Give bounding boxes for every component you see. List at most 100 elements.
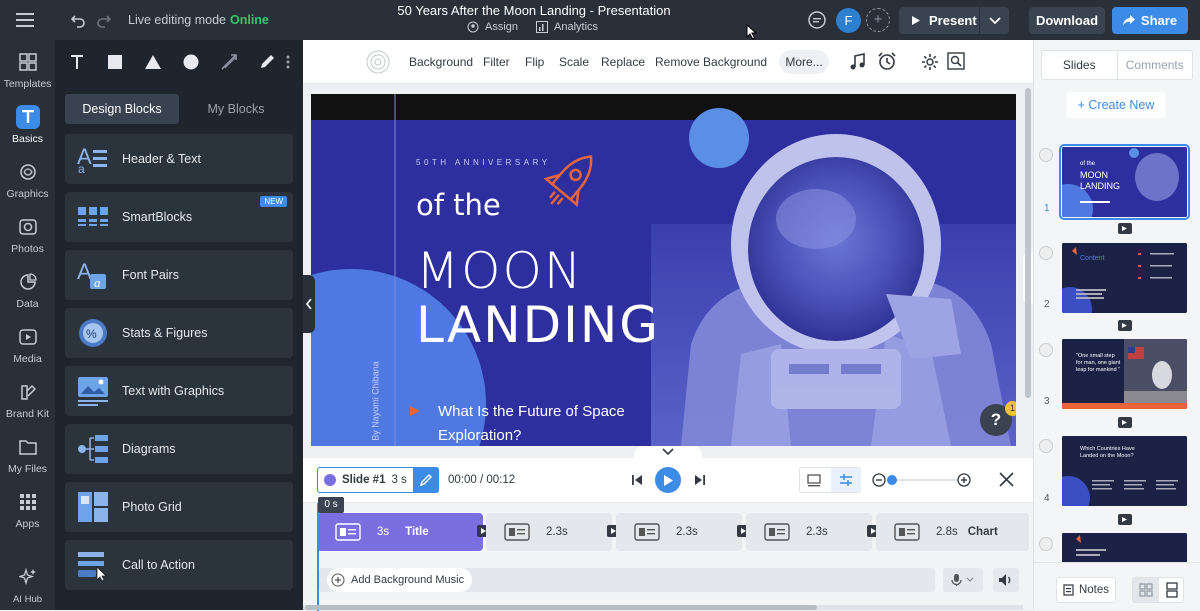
- text-tool-icon[interactable]: [67, 52, 87, 72]
- more-tools-icon[interactable]: [285, 52, 291, 72]
- slide-canvas[interactable]: 50TH ANNIVERSARY of the MOON LANDING Wha…: [311, 94, 1016, 446]
- rail-item-apps[interactable]: Apps: [0, 490, 55, 530]
- rail-item-templates[interactable]: Templates: [0, 50, 55, 90]
- timeline-segment[interactable]: 2.3s: [746, 513, 872, 551]
- rail-item-my-files[interactable]: My Files: [0, 435, 55, 475]
- slide-thumbnail[interactable]: "One small step for man, one giant leap …: [1062, 339, 1187, 409]
- voiceover-button[interactable]: [943, 568, 983, 592]
- slide-options-icon[interactable]: [1039, 343, 1053, 357]
- image-settings-icon[interactable]: [366, 50, 390, 74]
- zoom-out-icon[interactable]: [872, 473, 886, 487]
- collapse-panel-button[interactable]: [303, 275, 315, 333]
- grid-view-option[interactable]: [1133, 578, 1159, 602]
- flip-button[interactable]: Flip: [525, 55, 544, 69]
- skip-forward-icon[interactable]: [694, 474, 706, 486]
- transition-icon[interactable]: [1118, 514, 1132, 525]
- analytics-button[interactable]: Analytics: [536, 21, 598, 33]
- slide-thumbnail[interactable]: [1062, 533, 1187, 563]
- block-stats-figures[interactable]: % Stats & Figures: [65, 308, 293, 358]
- share-button[interactable]: Share: [1112, 7, 1188, 34]
- rail-item-photos[interactable]: Photos: [0, 215, 55, 255]
- audio-icon[interactable]: [848, 52, 868, 72]
- pen-tool-icon[interactable]: [257, 52, 277, 72]
- add-music-button[interactable]: Add Background Music: [327, 568, 473, 592]
- remove-background-button[interactable]: Remove Background: [655, 55, 767, 69]
- add-collaborator-button[interactable]: +: [866, 8, 890, 32]
- zoom-in-icon[interactable]: [957, 473, 971, 487]
- tab-slides[interactable]: Slides: [1042, 51, 1118, 79]
- view-mode-toggle[interactable]: [799, 467, 861, 493]
- slide-heading-line3[interactable]: LANDING: [416, 296, 660, 354]
- slide-author[interactable]: By Nayomi Chibana: [371, 349, 381, 447]
- slide-thumbnail[interactable]: Which Countries Have Landed on the Moon?: [1062, 436, 1187, 506]
- timeline-view-option[interactable]: [831, 468, 861, 492]
- playhead[interactable]: 0 s: [317, 497, 344, 611]
- slide-thumbnail[interactable]: Content: [1062, 243, 1187, 313]
- hamburger-menu-icon[interactable]: [16, 12, 36, 28]
- zoom-slider-handle[interactable]: [887, 475, 897, 485]
- rail-item-ai-hub[interactable]: AI Hub: [0, 565, 55, 605]
- block-call-to-action[interactable]: Call to Action: [65, 540, 293, 590]
- rail-item-basics[interactable]: Basics: [0, 105, 55, 145]
- user-avatar[interactable]: F: [836, 8, 861, 33]
- slide-view-toggle[interactable]: [1132, 577, 1184, 603]
- slide-options-icon[interactable]: [1039, 148, 1053, 162]
- transition-icon[interactable]: [1118, 320, 1132, 331]
- close-icon[interactable]: [999, 472, 1014, 487]
- timeline-segment[interactable]: 3s Title: [317, 513, 483, 551]
- skip-back-icon[interactable]: [631, 474, 643, 486]
- slide-subtitle-line1[interactable]: What Is the Future of Space: [438, 403, 625, 420]
- zoom-fit-icon[interactable]: [947, 52, 965, 70]
- slide-options-icon[interactable]: [1039, 537, 1053, 551]
- transition-icon[interactable]: [1118, 223, 1132, 234]
- rectangle-tool-icon[interactable]: [105, 52, 125, 72]
- download-button[interactable]: Download: [1029, 7, 1105, 34]
- redo-icon[interactable]: [96, 12, 112, 28]
- undo-icon[interactable]: [70, 12, 86, 28]
- transition-icon[interactable]: [1118, 417, 1132, 428]
- slide-options-icon[interactable]: [1039, 439, 1053, 453]
- block-diagrams[interactable]: Diagrams: [65, 424, 293, 474]
- block-text-graphics[interactable]: Text with Graphics: [65, 366, 293, 416]
- line-tool-icon[interactable]: [219, 52, 239, 72]
- timeline-segment[interactable]: 2.3s: [486, 513, 612, 551]
- timeline-segment[interactable]: 2.8s Chart: [876, 513, 1029, 551]
- slide-eyebrow[interactable]: 50TH ANNIVERSARY: [416, 158, 551, 167]
- chat-icon[interactable]: [806, 9, 828, 31]
- play-button[interactable]: [655, 467, 681, 493]
- more-button[interactable]: More...: [779, 50, 829, 74]
- block-smartblocks[interactable]: SmartBlocks NEW: [65, 192, 293, 242]
- gear-icon[interactable]: [921, 53, 939, 71]
- present-button[interactable]: Present: [899, 7, 979, 34]
- list-view-icon[interactable]: [1165, 582, 1179, 598]
- block-header-text[interactable]: Aa Header & Text: [65, 134, 293, 184]
- timeline-toggle[interactable]: [634, 446, 702, 458]
- triangle-tool-icon[interactable]: [143, 52, 163, 72]
- create-new-slide-button[interactable]: + Create New: [1066, 92, 1166, 118]
- slide-options-icon[interactable]: [1039, 246, 1053, 260]
- slide-subtitle-line2[interactable]: Exploration?: [438, 427, 521, 444]
- block-font-pairs[interactable]: Aa Font Pairs: [65, 250, 293, 300]
- timeline-segment[interactable]: 2.3s: [616, 513, 742, 551]
- rail-item-data[interactable]: Data: [0, 270, 55, 310]
- notes-button[interactable]: Notes: [1056, 577, 1116, 603]
- edit-slide-button[interactable]: [413, 467, 439, 493]
- slide-thumbnail[interactable]: of the MOON LANDING: [1059, 144, 1190, 220]
- animation-timer-icon[interactable]: [877, 51, 897, 71]
- scale-button[interactable]: Scale: [559, 55, 589, 69]
- slide-heading-line2[interactable]: MOON: [416, 242, 583, 300]
- document-title[interactable]: 50 Years After the Moon Landing - Presen…: [360, 3, 708, 18]
- volume-button[interactable]: [993, 568, 1019, 592]
- canvas-scrollbar[interactable]: [1025, 88, 1031, 398]
- tab-design-blocks[interactable]: Design Blocks: [65, 94, 179, 124]
- circle-tool-icon[interactable]: [181, 52, 201, 72]
- rail-item-media[interactable]: Media: [0, 325, 55, 365]
- tab-comments[interactable]: Comments: [1118, 51, 1193, 79]
- block-photo-grid[interactable]: Photo Grid: [65, 482, 293, 532]
- replace-button[interactable]: Replace: [601, 55, 645, 69]
- tab-my-blocks[interactable]: My Blocks: [179, 94, 293, 124]
- slide-heading-line1[interactable]: of the: [416, 188, 501, 222]
- timeline-scrollbar-thumb[interactable]: [305, 605, 817, 610]
- filter-button[interactable]: Filter: [483, 55, 510, 69]
- rail-item-brand-kit[interactable]: Brand Kit: [0, 380, 55, 420]
